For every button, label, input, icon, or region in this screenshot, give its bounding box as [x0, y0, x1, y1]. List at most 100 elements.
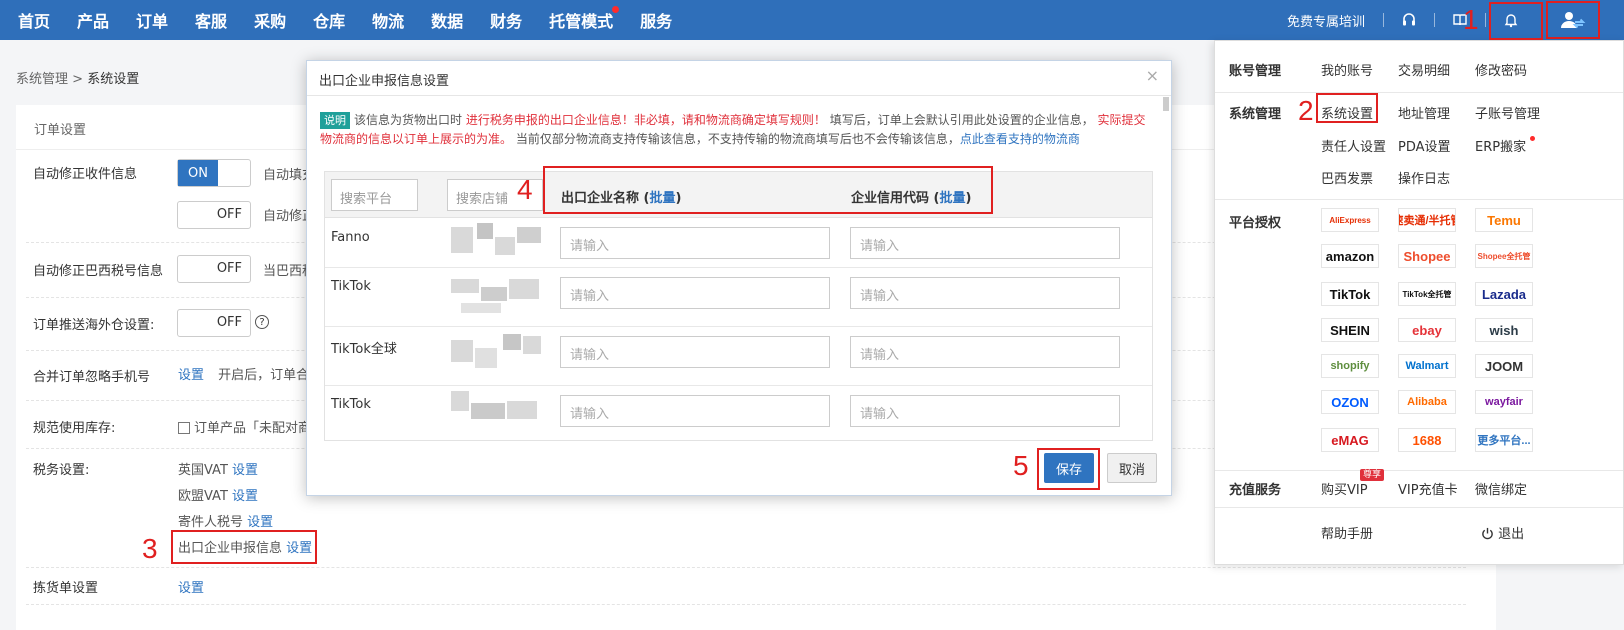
nav-products[interactable]: 产品: [77, 8, 109, 32]
platform-logo[interactable]: wayfair: [1475, 390, 1533, 414]
help-icon[interactable]: ?: [255, 315, 269, 329]
platform-logo[interactable]: JOOM: [1475, 354, 1533, 378]
nav-orders[interactable]: 订单: [136, 8, 168, 32]
nav-finance[interactable]: 财务: [490, 8, 522, 32]
divider: [26, 604, 1466, 605]
menu-responsible-person[interactable]: 责任人设置: [1321, 136, 1386, 155]
nav-hosting-mode[interactable]: 托管模式: [549, 6, 620, 32]
divider: [307, 95, 1171, 96]
merge-desc: 开启后，订单合: [218, 368, 310, 383]
checkbox[interactable]: [178, 422, 190, 434]
close-icon[interactable]: ×: [1146, 66, 1159, 85]
platform-logo[interactable]: 速卖通/半托管: [1398, 208, 1456, 232]
note-part-3: 当前仅部分物流商支持传输该信息，不支持传输的物流商填写后也不会传输该信息，: [515, 132, 960, 146]
menu-help-manual[interactable]: 帮助手册: [1321, 523, 1373, 542]
blurred-shop-name: [451, 223, 547, 263]
platform-logo[interactable]: TikTok全托管: [1398, 282, 1456, 306]
nav-services[interactable]: 服务: [640, 8, 672, 32]
platform-logo[interactable]: AliExpress: [1321, 208, 1379, 232]
cancel-button[interactable]: 取消: [1107, 453, 1157, 483]
merge-settings-link[interactable]: 设置: [178, 368, 204, 383]
push-overseas-toggle[interactable]: OFF: [177, 309, 251, 337]
credit-code-input[interactable]: 请输入: [850, 395, 1120, 427]
company-name-input[interactable]: 请输入: [560, 336, 830, 368]
company-name-input[interactable]: 请输入: [560, 395, 830, 427]
menu-transactions[interactable]: 交易明细: [1398, 60, 1450, 79]
note-part-2: 填写后，订单上会默认引用此处设置的企业信息，: [829, 113, 1094, 127]
sender-tax-row: 寄件人税号 设置: [178, 511, 273, 530]
platform-logo[interactable]: shopify: [1321, 354, 1379, 378]
platform-name: TikTok: [331, 397, 371, 412]
table-row: TikTok全球 请输入 请输入: [325, 328, 1152, 386]
platform-logo[interactable]: amazon: [1321, 244, 1379, 268]
auto-fix-receiver-toggle[interactable]: ON: [177, 159, 251, 187]
platform-logo[interactable]: 更多平台...: [1475, 428, 1533, 452]
menu-vip-card[interactable]: VIP充值卡: [1398, 479, 1458, 498]
platform-logo[interactable]: TikTok: [1321, 282, 1379, 306]
menu-erp-migration[interactable]: ERP搬家: [1475, 136, 1536, 155]
menu-pda-settings[interactable]: PDA设置: [1398, 136, 1451, 155]
menu-operation-log[interactable]: 操作日志: [1398, 168, 1450, 187]
breadcrumb-parent[interactable]: 系统管理: [16, 72, 68, 87]
pick-list-label: 拣货单设置: [33, 581, 99, 596]
top-nav-bar: 首页 产品 订单 客服 采购 仓库 物流 数据 财务 托管模式 服务 免费专属培…: [0, 0, 1624, 40]
nav-hosting-mode-label: 托管模式: [549, 12, 614, 31]
platform-logo[interactable]: Alibaba: [1398, 390, 1456, 414]
company-name-input[interactable]: 请输入: [560, 227, 830, 259]
nav-warehouse[interactable]: 仓库: [313, 8, 345, 32]
platform-logo[interactable]: eMAG: [1321, 428, 1379, 452]
supported-carriers-link[interactable]: 点此查看支持的物流商: [960, 132, 1080, 146]
brazil-tax-toggle[interactable]: OFF: [177, 255, 251, 283]
menu-buy-vip[interactable]: 购买VIP: [1321, 479, 1368, 498]
platform-logo[interactable]: wish: [1475, 318, 1533, 342]
platform-name: TikTok: [331, 279, 371, 294]
pick-list-settings-link[interactable]: 设置: [178, 577, 204, 596]
platform-logo[interactable]: SHEIN: [1321, 318, 1379, 342]
main-nav: 首页 产品 订单 客服 采购 仓库 物流 数据 财务 托管模式 服务: [18, 0, 699, 40]
menu-sub-accounts[interactable]: 子账号管理: [1475, 103, 1540, 122]
platform-logo[interactable]: Shopee: [1398, 244, 1456, 268]
user-menu-button[interactable]: [1546, 1, 1600, 39]
platform-logo[interactable]: OZON: [1321, 390, 1379, 414]
company-name-input[interactable]: 请输入: [560, 277, 830, 309]
menu-my-account[interactable]: 我的账号: [1321, 60, 1373, 79]
standard-stock-label: 规范使用库存:: [33, 421, 116, 436]
platform-logo[interactable]: ebay: [1398, 318, 1456, 342]
free-training-link[interactable]: 免费专属培训: [1287, 11, 1365, 30]
headset-icon[interactable]: [1398, 9, 1420, 31]
user-switch-icon: [1561, 12, 1586, 29]
merge-ignore-phone-label: 合并订单忽略手机号: [33, 370, 151, 385]
credit-code-input[interactable]: 请输入: [850, 336, 1120, 368]
menu-change-password[interactable]: 修改密码: [1475, 60, 1527, 79]
nav-purchase[interactable]: 采购: [254, 8, 286, 32]
annotation-number-3: 3: [142, 533, 158, 564]
uk-vat-settings-link[interactable]: 设置: [232, 463, 258, 478]
nav-home[interactable]: 首页: [18, 8, 50, 32]
platform-logo[interactable]: 1688: [1398, 428, 1456, 452]
credit-code-input[interactable]: 请输入: [850, 277, 1120, 309]
platform-logo[interactable]: Walmart: [1398, 354, 1456, 378]
auto-fix-toggle-2[interactable]: OFF: [177, 201, 251, 229]
annotation-number-4: 4: [517, 174, 533, 205]
credit-code-input[interactable]: 请输入: [850, 227, 1120, 259]
menu-wechat-binding[interactable]: 微信绑定: [1475, 479, 1527, 498]
standard-stock-option[interactable]: 订单产品「未配对商: [178, 417, 311, 436]
toggle-off-state: OFF: [216, 207, 242, 222]
sender-tax-settings-link[interactable]: 设置: [247, 515, 273, 530]
logout-button[interactable]: 退出: [1481, 523, 1524, 542]
platform-logo[interactable]: Temu: [1475, 208, 1533, 232]
nav-logistics[interactable]: 物流: [372, 8, 404, 32]
menu-address-management[interactable]: 地址管理: [1398, 103, 1450, 122]
platform-logo[interactable]: Shopee全托管: [1475, 244, 1533, 268]
annotation-number-1: 1: [1463, 4, 1479, 35]
nav-data[interactable]: 数据: [431, 8, 463, 32]
nav-customer-service[interactable]: 客服: [195, 8, 227, 32]
sender-tax-label: 寄件人税号: [178, 515, 244, 530]
pick-list-link-text[interactable]: 设置: [178, 581, 204, 596]
standard-stock-desc: 订单产品「未配对商: [194, 421, 312, 436]
platform-logo[interactable]: Lazada: [1475, 282, 1533, 306]
eu-vat-settings-link[interactable]: 设置: [232, 489, 258, 504]
menu-brazil-invoice[interactable]: 巴西发票: [1321, 168, 1373, 187]
search-platform-input[interactable]: 搜索平台: [331, 179, 418, 211]
scrollbar[interactable]: [1163, 97, 1169, 111]
